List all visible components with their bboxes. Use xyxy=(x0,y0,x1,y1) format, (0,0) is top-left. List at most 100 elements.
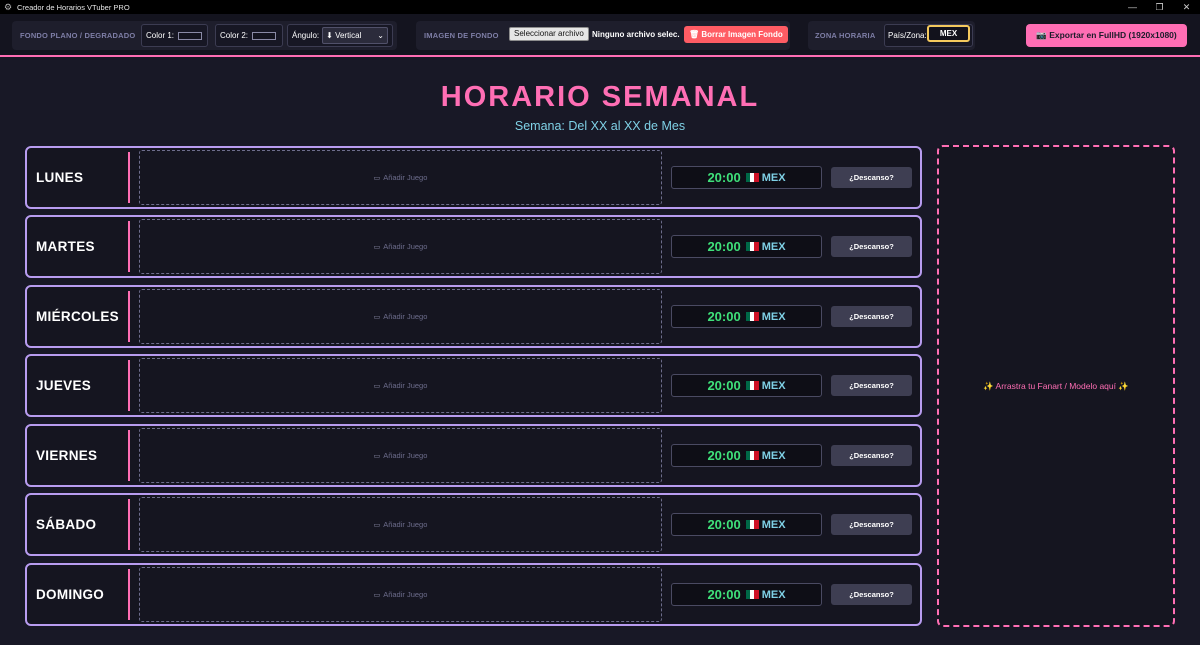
add-game-slot[interactable]: ▭ Añadir Juego xyxy=(139,497,662,552)
angle-select-value: ⬇ Vertical xyxy=(326,31,362,40)
zone-value: MEX xyxy=(761,379,786,392)
time-display[interactable]: 20:00 MEX xyxy=(671,583,822,606)
add-game-label: Añadir Juego xyxy=(383,242,428,251)
export-fullhd-button[interactable]: 📷 Exportar en FullHD (1920x1080) xyxy=(1026,24,1187,47)
week-subtitle[interactable]: Semana: Del XX al XX de Mes xyxy=(0,119,1200,133)
add-game-slot[interactable]: ▭ Añadir Juego xyxy=(139,358,662,413)
gamepad-icon: ▭ xyxy=(373,174,381,182)
fanart-drop-text: ✨ Arrastra tu Fanart / Modelo aquí ✨ xyxy=(983,380,1129,391)
time-display[interactable]: 20:00 MEX xyxy=(671,235,822,258)
angle-control: Ángulo: ⬇ Vertical ⌄ xyxy=(287,24,393,47)
rest-day-button[interactable]: ¿Descanso? xyxy=(831,445,912,466)
day-row: MIÉRCOLES ▭ Añadir Juego 20:00 MEX ¿Descanso? xyxy=(25,285,922,348)
file-status-text: Ninguno archivo selec. xyxy=(592,30,680,39)
background-color-label: FONDO PLANO / DEGRADADO xyxy=(20,31,136,40)
time-display[interactable]: 20:00 MEX xyxy=(671,444,822,467)
choose-file-button[interactable]: Seleccionar archivo xyxy=(509,27,589,41)
day-divider xyxy=(128,430,130,481)
add-game-label: Añadir Juego xyxy=(383,173,428,182)
day-row: MARTES ▭ Añadir Juego 20:00 MEX ¿Descanso? xyxy=(25,215,922,278)
time-value: 20:00 xyxy=(707,309,741,324)
time-display[interactable]: 20:00 MEX xyxy=(671,374,822,397)
time-display[interactable]: 20:00 MEX xyxy=(671,305,822,328)
day-divider xyxy=(128,569,130,620)
add-game-label: Añadir Juego xyxy=(383,451,428,460)
country-zone-input[interactable]: MEX xyxy=(927,25,970,42)
gamepad-icon: ▭ xyxy=(373,382,381,390)
color1-swatch[interactable] xyxy=(178,31,203,40)
day-name[interactable]: MIÉRCOLES xyxy=(36,287,119,346)
mexico-flag-icon xyxy=(745,381,759,390)
color1-label: Color 1: xyxy=(146,31,175,40)
window-title: Creador de Horarios VTuber PRO xyxy=(17,2,130,12)
day-name[interactable]: DOMINGO xyxy=(36,565,104,624)
time-value: 20:00 xyxy=(707,239,741,254)
day-name[interactable]: JUEVES xyxy=(36,356,91,415)
restore-icon[interactable]: ❐ xyxy=(1146,0,1173,14)
background-image-group: IMAGEN DE FONDO Seleccionar archivo Ning… xyxy=(416,21,790,50)
window-controls: — ❐ ✕ xyxy=(1119,0,1200,14)
rest-day-button[interactable]: ¿Descanso? xyxy=(831,167,912,188)
day-divider xyxy=(128,291,130,342)
background-image-label: IMAGEN DE FONDO xyxy=(424,31,499,40)
zone-value: MEX xyxy=(761,240,786,253)
chevron-down-icon: ⌄ xyxy=(377,31,384,40)
mexico-flag-icon xyxy=(745,312,759,321)
mexico-flag-icon xyxy=(745,590,759,599)
timezone-label: ZONA HORARIA xyxy=(815,31,876,40)
zone-value: MEX xyxy=(761,518,786,531)
day-divider xyxy=(128,499,130,550)
toolbar: FONDO PLANO / DEGRADADO Color 1: Color 2… xyxy=(0,14,1200,57)
day-name[interactable]: MARTES xyxy=(36,217,95,276)
day-row: SÁBADO ▭ Añadir Juego 20:00 MEX ¿Descanso? xyxy=(25,493,922,556)
day-name[interactable]: SÁBADO xyxy=(36,495,96,554)
zone-value: MEX xyxy=(761,310,786,323)
add-game-label: Añadir Juego xyxy=(383,312,428,321)
gamepad-icon: ▭ xyxy=(373,243,381,251)
time-value: 20:00 xyxy=(707,587,741,602)
day-divider xyxy=(128,152,130,203)
fanart-drop-zone[interactable]: ✨ Arrastra tu Fanart / Modelo aquí ✨ xyxy=(937,145,1175,627)
time-value: 20:00 xyxy=(707,378,741,393)
time-value: 20:00 xyxy=(707,448,741,463)
add-game-slot[interactable]: ▭ Añadir Juego xyxy=(139,219,662,274)
add-game-slot[interactable]: ▭ Añadir Juego xyxy=(139,567,662,622)
day-row: DOMINGO ▭ Añadir Juego 20:00 MEX ¿Descanso? xyxy=(25,563,922,626)
add-game-slot[interactable]: ▭ Añadir Juego xyxy=(139,428,662,483)
color2-swatch[interactable] xyxy=(252,31,277,40)
add-game-slot[interactable]: ▭ Añadir Juego xyxy=(139,289,662,344)
mexico-flag-icon xyxy=(745,173,759,182)
color2-control[interactable]: Color 2: xyxy=(215,24,283,47)
day-divider xyxy=(128,221,130,272)
day-name[interactable]: LUNES xyxy=(36,148,83,207)
page-title[interactable]: HORARIO SEMANAL xyxy=(0,81,1200,114)
window-titlebar: ⚙ Creador de Horarios VTuber PRO — ❐ ✕ xyxy=(0,0,1200,14)
rest-day-button[interactable]: ¿Descanso? xyxy=(831,375,912,396)
zone-value: MEX xyxy=(761,588,786,601)
add-game-slot[interactable]: ▭ Añadir Juego xyxy=(139,150,662,205)
color2-label: Color 2: xyxy=(220,31,249,40)
rest-day-button[interactable]: ¿Descanso? xyxy=(831,236,912,257)
delete-background-image-button[interactable]: 🗑 Borrar Imagen Fondo xyxy=(684,26,788,43)
add-game-label: Añadir Juego xyxy=(383,381,428,390)
rest-day-button[interactable]: ¿Descanso? xyxy=(831,306,912,327)
gamepad-icon: ▭ xyxy=(373,313,381,321)
minimize-icon[interactable]: — xyxy=(1119,0,1146,14)
add-game-label: Añadir Juego xyxy=(383,590,428,599)
day-name[interactable]: VIERNES xyxy=(36,426,97,485)
time-value: 20:00 xyxy=(707,170,741,185)
time-value: 20:00 xyxy=(707,517,741,532)
day-row: VIERNES ▭ Añadir Juego 20:00 MEX ¿Descanso? xyxy=(25,424,922,487)
mexico-flag-icon xyxy=(745,451,759,460)
rest-day-button[interactable]: ¿Descanso? xyxy=(831,584,912,605)
day-row: LUNES ▭ Añadir Juego 20:00 MEX ¿Descanso? xyxy=(25,146,922,209)
color1-control[interactable]: Color 1: xyxy=(141,24,208,47)
time-display[interactable]: 20:00 MEX xyxy=(671,513,822,536)
country-zone-label: País/Zona: xyxy=(888,31,927,40)
angle-select[interactable]: ⬇ Vertical ⌄ xyxy=(322,27,388,44)
day-divider xyxy=(128,360,130,411)
close-icon[interactable]: ✕ xyxy=(1173,0,1200,14)
rest-day-button[interactable]: ¿Descanso? xyxy=(831,514,912,535)
gear-icon: ⚙ xyxy=(3,2,13,12)
time-display[interactable]: 20:00 MEX xyxy=(671,166,822,189)
